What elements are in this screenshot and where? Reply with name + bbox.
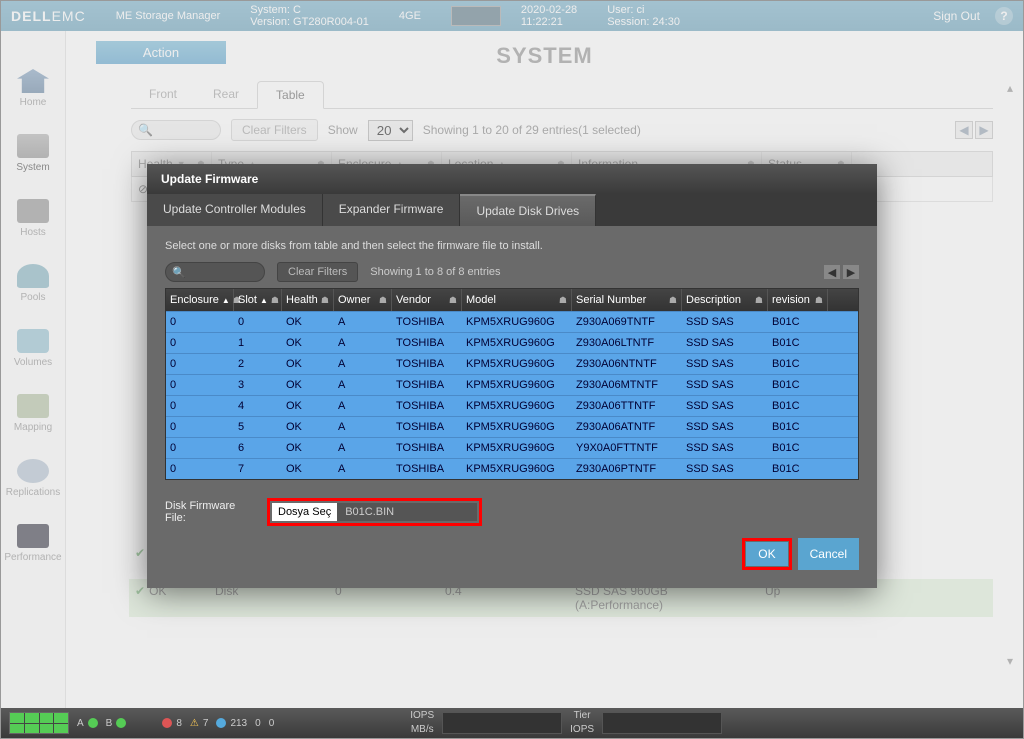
disk-prev-button[interactable]: ◀	[824, 265, 840, 279]
disk-row[interactable]: 03OKATOSHIBAKPM5XRUG960GZ930A06MTNTFSSD …	[166, 374, 858, 395]
filter-icon[interactable]: ☗	[449, 295, 457, 306]
tab-controller[interactable]: Update Controller Modules	[147, 194, 323, 226]
info-count[interactable]: 213	[216, 718, 247, 729]
disk-row[interactable]: 02OKATOSHIBAKPM5XRUG960GZ930A06NTNTFSSD …	[166, 353, 858, 374]
zero-count: 0	[255, 718, 261, 729]
tier-meter	[602, 712, 722, 734]
zero-count-2: 0	[269, 718, 275, 729]
disk-entries-summary: Showing 1 to 8 of 8 entries	[370, 266, 500, 278]
ok-button[interactable]: OK	[746, 542, 787, 566]
error-count[interactable]: 8	[162, 718, 182, 729]
sort-icon[interactable]: ▲	[222, 296, 230, 305]
file-label: Disk Firmware File:	[165, 500, 255, 524]
iops-label: IOPSMB/s	[410, 711, 434, 735]
filter-icon[interactable]: ☗	[271, 295, 279, 306]
disk-clear-filters-button[interactable]: Clear Filters	[277, 262, 358, 282]
disk-next-button[interactable]: ▶	[843, 265, 859, 279]
file-chooser-highlight: Dosya Seç B01C.BIN	[267, 498, 482, 526]
filter-icon[interactable]: ☗	[669, 295, 677, 306]
disk-search-input[interactable]: 🔍	[165, 262, 265, 282]
filter-icon[interactable]: ☗	[815, 295, 823, 306]
instruction-text: Select one or more disks from table and …	[165, 240, 859, 252]
dialog-title: Update Firmware	[147, 164, 877, 194]
disk-row[interactable]: 06OKATOSHIBAKPM5XRUG960GY9X0A0FTTNTFSSD …	[166, 437, 858, 458]
dialog-tabs: Update Controller Modules Expander Firmw…	[147, 194, 877, 226]
filter-icon[interactable]: ☗	[559, 295, 567, 306]
iops-meter	[442, 712, 562, 734]
ok-highlight: OK	[742, 538, 791, 570]
tab-disk-drives[interactable]: Update Disk Drives	[460, 194, 596, 226]
status-bar: A B 8 ⚠7 213 0 0 IOPSMB/s TierIOPS	[1, 708, 1023, 738]
disk-row[interactable]: 07OKATOSHIBAKPM5XRUG960GZ930A06PTNTFSSD …	[166, 458, 858, 479]
disk-row[interactable]: 01OKATOSHIBAKPM5XRUG960GZ930A06LTNTFSSD …	[166, 332, 858, 353]
disk-row[interactable]: 00OKATOSHIBAKPM5XRUG960GZ930A069TNTFSSD …	[166, 311, 858, 332]
file-choose-button[interactable]: Dosya Seç	[272, 503, 337, 521]
filter-icon[interactable]: ☗	[755, 295, 763, 306]
controller-grid-icon	[9, 712, 69, 734]
update-firmware-dialog: Update Firmware Update Controller Module…	[147, 164, 877, 588]
disk-table-header: Enclosure ▲☗ Slot ▲☗ Health☗ Owner☗ Vend…	[166, 289, 858, 311]
filter-icon[interactable]: ☗	[321, 295, 329, 306]
port-b-status: B	[106, 718, 127, 729]
disk-row[interactable]: 05OKATOSHIBAKPM5XRUG960GZ930A06ATNTFSSD …	[166, 416, 858, 437]
file-name-display: B01C.BIN	[337, 503, 477, 521]
port-a-status: A	[77, 718, 98, 729]
cancel-button[interactable]: Cancel	[798, 538, 859, 570]
sort-icon[interactable]: ▲	[260, 296, 268, 305]
tab-expander[interactable]: Expander Firmware	[323, 194, 461, 226]
disk-row[interactable]: 04OKATOSHIBAKPM5XRUG960GZ930A06TTNTFSSD …	[166, 395, 858, 416]
warning-count[interactable]: ⚠7	[190, 718, 209, 729]
disk-table: Enclosure ▲☗ Slot ▲☗ Health☗ Owner☗ Vend…	[165, 288, 859, 480]
tier-label: TierIOPS	[570, 711, 594, 735]
modal-overlay: Update Firmware Update Controller Module…	[1, 1, 1023, 738]
filter-icon[interactable]: ☗	[379, 295, 387, 306]
